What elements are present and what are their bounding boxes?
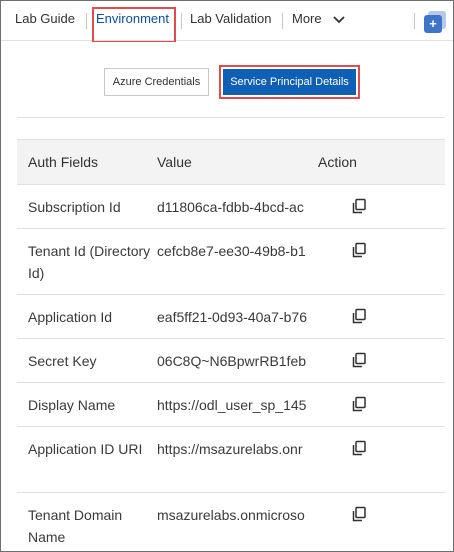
- copy-icon[interactable]: [351, 396, 367, 412]
- chevron-down-icon: [333, 15, 345, 23]
- field-value: https://msazurelabs.onr: [157, 441, 303, 457]
- tab-lab-guide[interactable]: Lab Guide: [15, 11, 75, 26]
- auth-table: Auth Fields Value Action Subscription Id…: [17, 139, 445, 551]
- table-row: Display Name https://odl_user_sp_145: [17, 383, 445, 427]
- service-principal-details-button[interactable]: Service Principal Details: [223, 69, 356, 95]
- copy-icon[interactable]: [351, 440, 367, 456]
- section-divider: [17, 117, 445, 118]
- app-frame: Lab Guide Environment Lab Validation Mor…: [0, 0, 454, 552]
- field-label: Tenant Domain Name: [28, 507, 123, 545]
- azure-credentials-button[interactable]: Azure Credentials: [104, 68, 209, 96]
- copy-icon[interactable]: [351, 352, 367, 368]
- service-principal-highlight-box: Service Principal Details: [219, 65, 360, 99]
- environment-content: Azure Credentials Service Principal Deta…: [1, 42, 453, 551]
- field-label: Secret Key: [28, 353, 97, 369]
- field-value: d11806ca-fdbb-4bcd-ac: [157, 199, 304, 215]
- table-row: Tenant Domain Name msazurelabs.onmicroso: [17, 493, 445, 551]
- table-row: Subscription Id d11806ca-fdbb-4bcd-ac: [17, 185, 445, 229]
- table-row: Secret Key 06C8Q~N6BpwrRB1feb: [17, 339, 445, 383]
- nav-divider: [282, 13, 283, 29]
- tab-more[interactable]: More: [292, 11, 345, 26]
- add-panel-icon[interactable]: +: [424, 15, 442, 33]
- field-label: Application ID URI: [28, 441, 143, 457]
- nav-divider: [86, 13, 87, 29]
- copy-icon[interactable]: [351, 242, 367, 258]
- tab-more-label: More: [292, 11, 322, 26]
- table-row: Application ID URI https://msazurelabs.o…: [17, 427, 445, 493]
- field-value: https://odl_user_sp_145: [157, 397, 307, 413]
- field-label: Display Name: [28, 397, 116, 413]
- header-value: Value: [157, 154, 192, 170]
- field-value: 06C8Q~N6BpwrRB1feb: [157, 353, 307, 369]
- field-value: cefcb8e7-ee30-49b8-b1: [157, 243, 306, 259]
- copy-icon[interactable]: [351, 506, 367, 522]
- table-row: Tenant Id (Directory Id) cefcb8e7-ee30-4…: [17, 229, 445, 295]
- table-row: Application Id eaf5ff21-0d93-40a7-b76: [17, 295, 445, 339]
- field-label: Tenant Id (Directory Id): [28, 243, 151, 281]
- top-nav: Lab Guide Environment Lab Validation Mor…: [1, 1, 453, 43]
- header-auth-fields: Auth Fields: [28, 154, 99, 170]
- tab-lab-validation[interactable]: Lab Validation: [190, 11, 271, 26]
- environment-highlight-box: [92, 7, 176, 43]
- header-action: Action: [318, 154, 357, 170]
- copy-icon[interactable]: [351, 198, 367, 214]
- table-header: Auth Fields Value Action: [17, 140, 445, 185]
- nav-divider: [181, 13, 182, 29]
- field-value: eaf5ff21-0d93-40a7-b76: [157, 309, 307, 325]
- nav-divider: [414, 13, 415, 29]
- field-label: Subscription Id: [28, 199, 121, 215]
- field-value: msazurelabs.onmicroso: [157, 507, 305, 523]
- copy-icon[interactable]: [351, 308, 367, 324]
- field-label: Application Id: [28, 309, 113, 325]
- credential-toggle: Azure Credentials Service Principal Deta…: [1, 65, 453, 99]
